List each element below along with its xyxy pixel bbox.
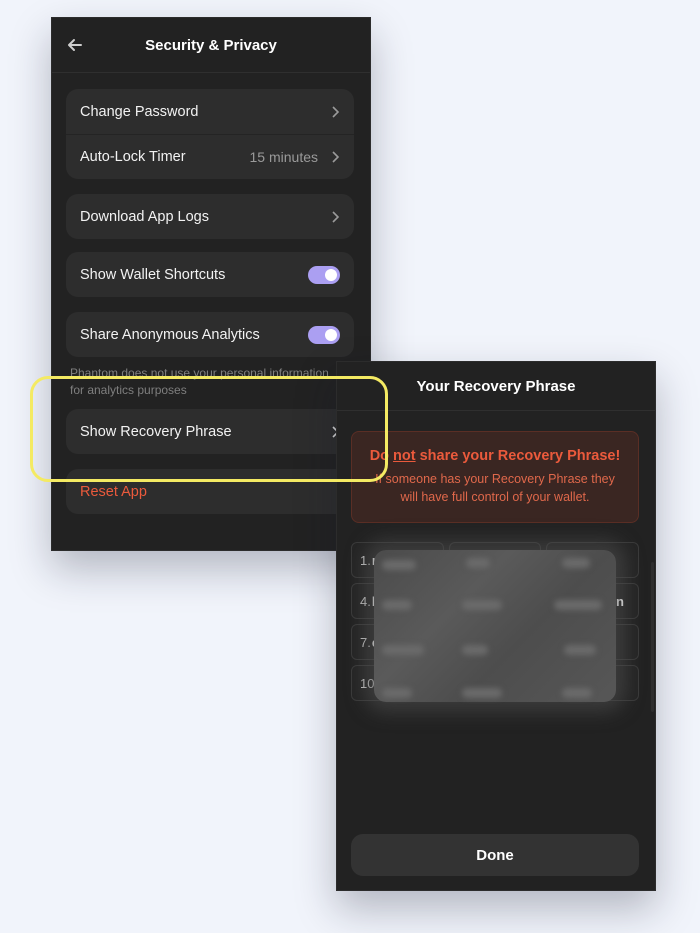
settings-header: Security & Privacy bbox=[52, 18, 370, 73]
recovery-title: Your Recovery Phrase bbox=[416, 377, 576, 395]
auto-lock-timer-row[interactable]: Auto-Lock Timer 15 minutes bbox=[66, 134, 354, 179]
change-password-label: Change Password bbox=[80, 103, 199, 120]
chevron-right-icon bbox=[332, 210, 340, 223]
highlight-ring bbox=[30, 376, 388, 482]
warning-suffix: share your Recovery Phrase! bbox=[415, 448, 621, 464]
warning-text: If someone has your Recovery Phrase they… bbox=[375, 472, 615, 504]
blur-smudge bbox=[562, 688, 592, 698]
analytics-group: Share Anonymous Analytics bbox=[66, 312, 354, 357]
blur-smudge bbox=[382, 600, 412, 610]
blur-smudge bbox=[562, 558, 590, 568]
blur-smudge bbox=[382, 560, 416, 570]
auto-lock-timer-label: Auto-Lock Timer bbox=[80, 149, 186, 165]
scrollbar[interactable] bbox=[651, 562, 654, 712]
blur-smudge bbox=[382, 688, 412, 698]
password-group: Change Password Auto-Lock Timer 15 minut… bbox=[66, 89, 354, 179]
download-app-logs-row[interactable]: Download App Logs bbox=[66, 194, 354, 239]
toggle-knob bbox=[325, 328, 337, 341]
blur-smudge bbox=[554, 600, 602, 610]
anonymous-analytics-label: Share Anonymous Analytics bbox=[80, 326, 260, 343]
blur-smudge bbox=[382, 645, 424, 655]
warning-emphasis: not bbox=[393, 448, 416, 464]
blur-smudge bbox=[462, 600, 502, 610]
reset-app-label: Reset App bbox=[80, 483, 147, 500]
blur-smudge bbox=[462, 645, 488, 655]
word-number: 4. bbox=[360, 593, 371, 609]
word-number: 1. bbox=[360, 552, 371, 568]
page-title: Security & Privacy bbox=[145, 36, 277, 54]
blur-smudge bbox=[462, 688, 502, 698]
download-app-logs-label: Download App Logs bbox=[80, 208, 209, 225]
word-number: 7. bbox=[360, 634, 371, 650]
chevron-right-icon bbox=[332, 151, 340, 163]
recovery-warning: Do not share your Recovery Phrase! If so… bbox=[351, 431, 639, 523]
chevron-right-icon bbox=[332, 105, 340, 118]
wallet-shortcuts-row: Show Wallet Shortcuts bbox=[66, 252, 354, 297]
wallet-shortcuts-toggle[interactable] bbox=[308, 265, 340, 284]
blur-smudge bbox=[466, 558, 490, 568]
arrow-left-icon[interactable] bbox=[66, 36, 84, 54]
logs-group: Download App Logs bbox=[66, 194, 354, 239]
toggle-knob bbox=[325, 268, 337, 281]
blur-overlay bbox=[374, 550, 616, 702]
word-text: n bbox=[616, 593, 624, 609]
shortcuts-group: Show Wallet Shortcuts bbox=[66, 252, 354, 297]
warning-title: Do not share your Recovery Phrase! bbox=[352, 448, 638, 464]
blur-smudge bbox=[564, 645, 596, 655]
auto-lock-timer-value: 15 minutes bbox=[249, 149, 318, 165]
done-button[interactable]: Done bbox=[351, 834, 639, 876]
wallet-shortcuts-label: Show Wallet Shortcuts bbox=[80, 266, 226, 283]
anonymous-analytics-toggle[interactable] bbox=[308, 325, 340, 344]
change-password-row[interactable]: Change Password bbox=[66, 89, 354, 134]
anonymous-analytics-row: Share Anonymous Analytics bbox=[66, 312, 354, 357]
